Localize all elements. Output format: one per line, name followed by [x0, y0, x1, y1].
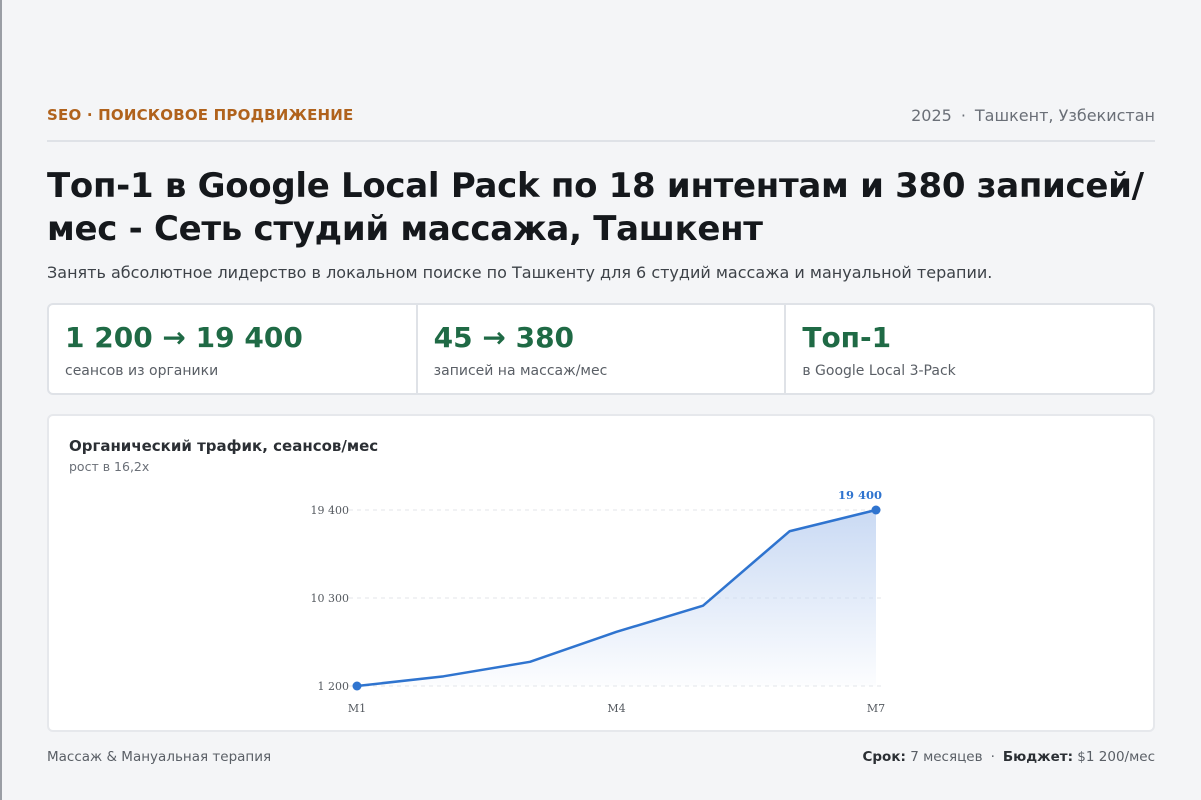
stat-sessions: 1 200 → 19 400 сеансов из органики [49, 305, 418, 393]
traffic-chart: 1 200 10 300 19 400 19 400 M1 M4 M7 [311, 488, 886, 715]
x-tick-label: M7 [867, 702, 885, 715]
page-title: Топ-1 в Google Local Pack по 18 интентам… [47, 166, 1144, 249]
top-bar: SEO · ПОИСКОВОЕ ПРОДВИЖЕНИЕ 2025 · Ташкент… [47, 104, 1155, 142]
meta-separator: · [960, 106, 966, 125]
end-point [871, 505, 881, 515]
meta-info: 2025 · Ташкент, Узбекистан [911, 106, 1155, 125]
end-value-label: 19 400 [838, 488, 882, 502]
stat-label: в Google Local 3-Pack [802, 363, 956, 379]
traffic-chart-card: Органический трафик, сеансов/мес рост в … [47, 414, 1155, 732]
stat-label: сеансов из органики [65, 363, 219, 379]
year-label: 2025 [911, 106, 952, 125]
stat-value: 45 → 380 [433, 321, 575, 354]
footer-project-info: Срок: 7 месяцев · Бюджет: $1 200/мес [862, 749, 1155, 765]
stat-ranking: Топ-1 в Google Local 3-Pack [786, 305, 1153, 393]
window-edge [0, 0, 2, 800]
duration-value: 7 месяцев [910, 749, 983, 765]
case-study-page: SEO · ПОИСКОВОЕ ПРОДВИЖЕНИЕ 2025 · Ташкент… [47, 0, 1155, 800]
footer-industry: Массаж & Мануальная терапия [47, 749, 272, 765]
stat-label: записей на массаж/мес [433, 363, 608, 379]
stat-bookings: 45 → 380 записей на массаж/мес [418, 305, 787, 393]
budget-label: Бюджет: [1002, 749, 1073, 765]
duration-label: Срок: [862, 749, 906, 765]
budget-value: $1 200/мес [1077, 749, 1155, 765]
footer-separator: · [990, 749, 995, 765]
page-subtitle: Занять абсолютное лидерство в локальном … [47, 263, 993, 282]
stats-panel: 1 200 → 19 400 сеансов из органики 45 → … [47, 303, 1155, 395]
x-tick-label: M1 [348, 702, 366, 715]
y-tick-label: 1 200 [318, 680, 350, 693]
stat-value: Топ-1 [802, 321, 892, 354]
y-tick-label: 10 300 [311, 592, 350, 605]
y-tick-label: 19 400 [311, 504, 350, 517]
category-label: SEO · ПОИСКОВОЕ ПРОДВИЖЕНИЕ [47, 106, 354, 124]
stat-value: 1 200 → 19 400 [65, 321, 303, 354]
start-point [352, 681, 362, 691]
x-tick-label: M4 [607, 702, 625, 715]
location-label: Ташкент, Узбекистан [974, 106, 1155, 125]
